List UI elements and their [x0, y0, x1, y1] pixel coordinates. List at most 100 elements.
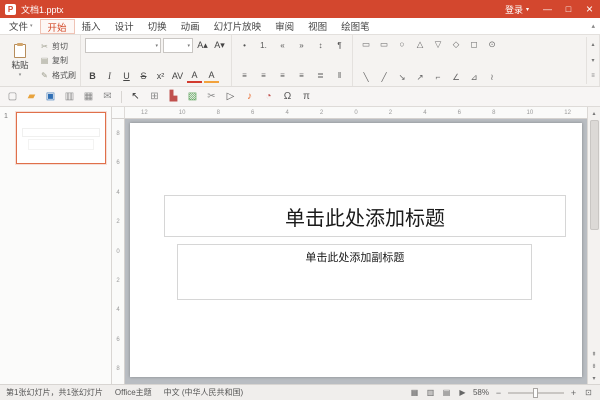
tab-slideshow[interactable]: 幻灯片放映: [207, 18, 269, 34]
shape-rectangle[interactable]: ▭: [357, 37, 375, 51]
media-icon[interactable]: ▷: [222, 89, 239, 105]
shape-diamond[interactable]: ◇: [447, 37, 465, 51]
tab-animation[interactable]: 动画: [174, 18, 207, 34]
ruler-number: 4: [116, 307, 119, 313]
paste-button[interactable]: 粘贴 ▾: [4, 38, 36, 83]
shapes-scroll-down-icon[interactable]: ▾: [587, 53, 599, 69]
character-spacing-button[interactable]: AV: [170, 68, 185, 83]
highlight-color-button[interactable]: A: [204, 69, 219, 83]
tab-transitions[interactable]: 切换: [141, 18, 174, 34]
slide-thumbnail[interactable]: [16, 112, 106, 164]
underline-button[interactable]: U: [119, 68, 134, 83]
next-slide-icon[interactable]: ⇟: [588, 360, 600, 372]
shapes-more-icon[interactable]: ≡: [587, 68, 599, 84]
shape-curve[interactable]: ≀: [483, 70, 501, 84]
shape-line[interactable]: ╲: [357, 70, 375, 84]
align-center-button[interactable]: ≡: [255, 68, 272, 83]
shape-triangle[interactable]: △: [411, 37, 429, 51]
fit-to-window-icon[interactable]: ⊡: [583, 388, 594, 397]
formula-icon[interactable]: π: [298, 89, 315, 105]
audio-icon[interactable]: ♪: [241, 89, 258, 105]
justify-button[interactable]: ≡: [293, 68, 310, 83]
select-cursor-icon[interactable]: ↖: [127, 89, 144, 105]
tab-drawing-pen[interactable]: 绘图笔: [334, 18, 377, 34]
shape-elbow-connector[interactable]: ⌐: [429, 70, 447, 84]
open-folder-icon[interactable]: ▰: [23, 89, 40, 105]
login-button[interactable]: 登录 ▾: [497, 0, 537, 18]
save-icon[interactable]: ▣: [42, 89, 59, 105]
grow-font-button[interactable]: A▴: [195, 38, 210, 53]
shape-triangle-down[interactable]: ▽: [429, 37, 447, 51]
subtitle-placeholder[interactable]: 单击此处添加副标题: [177, 244, 532, 300]
reading-view-icon[interactable]: ▤: [441, 388, 452, 397]
language-text[interactable]: 中文 (中华人民共和国): [164, 387, 244, 398]
zoom-out-button[interactable]: −: [494, 388, 503, 398]
pie-chart-icon[interactable]: ◔: [260, 89, 277, 105]
cut-button[interactable]: ✂ 剪切: [40, 40, 76, 52]
close-button[interactable]: ×: [579, 0, 600, 18]
shape-angle[interactable]: ∠: [447, 70, 465, 84]
line-spacing-button[interactable]: ↕: [312, 38, 329, 53]
format-painter-button[interactable]: ✎ 格式刷: [40, 69, 76, 81]
shape-rounded-rectangle[interactable]: ▭: [375, 37, 393, 51]
chart-icon[interactable]: ▙: [165, 89, 182, 105]
tab-review[interactable]: 审阅: [268, 18, 301, 34]
slideshow-view-icon[interactable]: ▶: [457, 388, 468, 397]
title-placeholder[interactable]: 单击此处添加标题: [164, 195, 566, 237]
bold-button[interactable]: B: [85, 68, 100, 83]
ribbon-tab-bar: 文件 ▾ 开始 插入 设计 切换 动画 幻灯片放映 审阅 视图 绘图笔 ▴: [0, 18, 600, 35]
picture-icon[interactable]: ▧: [184, 89, 201, 105]
tab-design[interactable]: 设计: [108, 18, 141, 34]
new-file-icon[interactable]: ▢: [4, 89, 21, 105]
scrollbar-thumb[interactable]: [590, 120, 599, 230]
shape-arrow[interactable]: ↘: [393, 70, 411, 84]
collapse-ribbon-icon[interactable]: ▴: [591, 22, 595, 30]
previous-slide-icon[interactable]: ⇞: [588, 348, 600, 360]
table-icon[interactable]: ⊞: [146, 89, 163, 105]
shape-ellipse[interactable]: ○: [393, 37, 411, 51]
copy-button[interactable]: ▤ 复制: [40, 55, 76, 67]
scroll-up-icon[interactable]: ▴: [588, 107, 600, 119]
decrease-indent-button[interactable]: «: [274, 38, 291, 53]
print-icon[interactable]: ▦: [80, 89, 97, 105]
tab-view[interactable]: 视图: [301, 18, 334, 34]
shape-circle[interactable]: ⊙: [483, 37, 501, 51]
align-right-button[interactable]: ≡: [274, 68, 291, 83]
font-size-select[interactable]: ▾: [163, 38, 193, 53]
zoom-slider[interactable]: [508, 392, 564, 394]
zoom-slider-thumb[interactable]: [533, 388, 538, 398]
vertical-scrollbar[interactable]: ▴ ⇞ ⇟ ▾: [587, 107, 600, 384]
font-color-button[interactable]: A: [187, 69, 202, 83]
shrink-font-button[interactable]: A▾: [212, 38, 227, 53]
distribute-text-button[interactable]: ≣: [312, 68, 329, 83]
shape-arrow-2[interactable]: ↗: [411, 70, 429, 84]
slide[interactable]: 单击此处添加标题 单击此处添加副标题: [130, 123, 582, 377]
minimize-button[interactable]: —: [537, 0, 558, 18]
mail-icon[interactable]: ✉: [99, 89, 116, 105]
omega-symbol-icon[interactable]: Ω: [279, 89, 296, 105]
align-left-button[interactable]: ≡: [236, 68, 253, 83]
numbering-button[interactable]: 1.: [255, 38, 272, 53]
slide-sorter-view-icon[interactable]: ▥: [425, 388, 436, 397]
screenshot-icon[interactable]: ✂: [203, 89, 220, 105]
text-direction-button[interactable]: ¶: [331, 38, 348, 53]
zoom-in-button[interactable]: +: [569, 388, 578, 398]
maximize-button[interactable]: □: [558, 0, 579, 18]
columns-button[interactable]: ‖: [331, 68, 348, 83]
tab-insert[interactable]: 插入: [75, 18, 108, 34]
tab-file[interactable]: 文件 ▾: [2, 18, 40, 34]
shapes-scroll-up-icon[interactable]: ▴: [587, 37, 599, 53]
print-preview-icon[interactable]: ▥: [61, 89, 78, 105]
italic-button[interactable]: I: [102, 68, 117, 83]
scroll-down-icon[interactable]: ▾: [588, 372, 600, 384]
strikethrough-button[interactable]: S: [136, 68, 151, 83]
increase-indent-button[interactable]: »: [293, 38, 310, 53]
shape-right-triangle[interactable]: ⊿: [465, 70, 483, 84]
bullets-button[interactable]: •: [236, 38, 253, 53]
shape-square[interactable]: ◻: [465, 37, 483, 51]
normal-view-icon[interactable]: ▦: [409, 388, 420, 397]
font-name-select[interactable]: ▾: [85, 38, 161, 53]
tab-home[interactable]: 开始: [40, 19, 75, 34]
superscript-button[interactable]: x²: [153, 68, 168, 83]
shape-line-2[interactable]: ╱: [375, 70, 393, 84]
